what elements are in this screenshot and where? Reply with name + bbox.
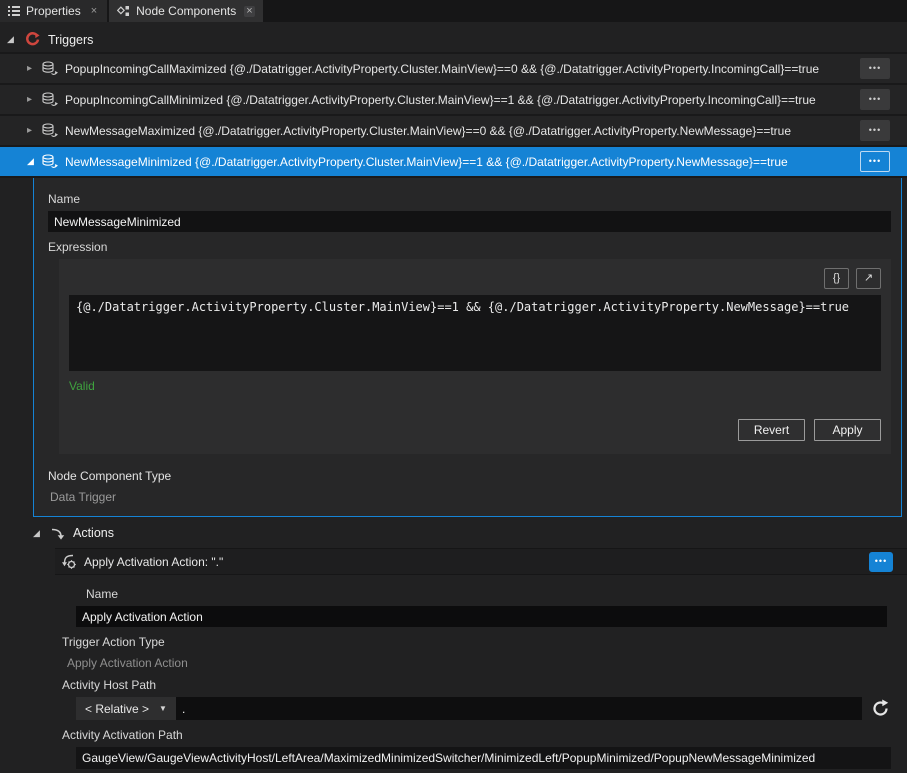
more-options-button[interactable]: ••• <box>860 89 890 110</box>
tab-properties[interactable]: Properties × <box>0 0 107 22</box>
more-options-button[interactable]: ••• <box>860 120 890 141</box>
open-external-editor-button[interactable]: ↗ <box>856 268 881 289</box>
expression-buttons: Revert Apply <box>69 419 881 441</box>
trigger-title: NewMessageMaximized {@./Datatrigger.Acti… <box>65 124 791 138</box>
actions-section-header: ◢ Actions <box>33 526 907 540</box>
node-components-icon <box>117 5 130 17</box>
revert-button[interactable]: Revert <box>738 419 805 441</box>
trigger-title: PopupIncomingCallMinimized {@./Datatrigg… <box>65 93 816 107</box>
action-name-input[interactable] <box>76 606 887 627</box>
dropdown-value: < Relative > <box>85 702 149 716</box>
expression-label: Expression <box>48 240 895 254</box>
expander-icon[interactable]: ◢ <box>7 34 17 45</box>
host-path-input[interactable] <box>176 697 862 720</box>
trigger-title: NewMessageMinimized {@./Datatrigger.Acti… <box>65 155 788 169</box>
triggers-icon <box>25 32 40 47</box>
node-component-type-value: Data Trigger <box>48 490 895 504</box>
activity-host-path-label: Activity Host Path <box>62 678 891 692</box>
node-component-type-label: Node Component Type <box>48 469 895 483</box>
section-title: Actions <box>73 526 114 540</box>
expander-icon[interactable]: ▸ <box>27 63 37 74</box>
expander-icon[interactable]: ◢ <box>27 156 37 167</box>
expander-icon[interactable]: ▸ <box>27 94 37 105</box>
trigger-row-newmessagemaximized[interactable]: ▸ NewMessageMaximized {@./Datatrigger.Ac… <box>0 116 907 145</box>
data-trigger-icon <box>41 92 58 107</box>
more-options-button[interactable]: ••• <box>869 552 893 572</box>
properties-list-icon <box>8 6 20 16</box>
more-options-button[interactable]: ••• <box>860 58 890 79</box>
data-trigger-icon <box>41 123 58 138</box>
action-name-block: Name <box>76 587 891 627</box>
expression-editor-panel: {} ↗ {@./Datatrigger.ActivityProperty.Cl… <box>59 259 891 454</box>
section-title: Triggers <box>48 33 93 47</box>
apply-button[interactable]: Apply <box>814 419 881 441</box>
trigger-row-popupincomingcallminimized[interactable]: ▸ PopupIncomingCallMinimized {@./Datatri… <box>0 85 907 114</box>
data-trigger-icon <box>41 154 58 169</box>
action-title: Apply Activation Action: "." <box>84 555 223 569</box>
action-row-apply-activation[interactable]: Apply Activation Action: "." ••• <box>55 548 907 575</box>
host-path-mode-dropdown[interactable]: < Relative > ▼ <box>76 697 176 720</box>
tab-node-components[interactable]: Node Components × <box>109 0 263 22</box>
activity-activation-path-label: Activity Activation Path <box>62 728 891 742</box>
action-detail-panel: Name Trigger Action Type Apply Activatio… <box>62 575 907 769</box>
trigger-row-popupincomingcallmaximized[interactable]: ▸ PopupIncomingCallMaximized {@./Datatri… <box>0 54 907 83</box>
insert-braces-button[interactable]: {} <box>824 268 849 289</box>
trigger-detail-panel: Name Expression {} ↗ {@./Datatrigger.Act… <box>33 178 902 517</box>
resolve-path-icon[interactable] <box>870 698 891 719</box>
window: { "icons": { "more": "•••", "close": "×"… <box>0 0 907 773</box>
tab-bar: Properties × Node Components × <box>0 0 907 22</box>
expression-code-editor[interactable]: {@./Datatrigger.ActivityProperty.Cluster… <box>69 295 881 371</box>
trigger-rows: ▸ PopupIncomingCallMaximized {@./Datatri… <box>0 52 907 178</box>
tab-label: Properties <box>26 4 81 18</box>
trigger-row-newmessageminimized-selected[interactable]: ◢ NewMessageMinimized {@./Datatrigger.Ac… <box>0 147 907 176</box>
name-label: Name <box>76 587 891 601</box>
name-label: Name <box>48 192 895 206</box>
more-options-button[interactable]: ••• <box>860 151 890 172</box>
actions-icon <box>51 527 65 540</box>
close-icon[interactable]: × <box>244 6 254 17</box>
trigger-action-type-label: Trigger Action Type <box>62 635 891 649</box>
activity-host-path-row: < Relative > ▼ <box>76 697 891 720</box>
tab-label: Node Components <box>136 4 236 18</box>
data-trigger-icon <box>41 61 58 76</box>
chevron-down-icon: ▼ <box>159 704 167 713</box>
activity-activation-path-input[interactable] <box>76 747 891 769</box>
trigger-action-type-value: Apply Activation Action <box>67 656 891 670</box>
expression-toolbar: {} ↗ <box>69 268 881 289</box>
expander-icon[interactable]: ◢ <box>33 528 43 539</box>
close-icon[interactable]: × <box>89 6 99 17</box>
trigger-name-input[interactable] <box>48 211 891 232</box>
trigger-title: PopupIncomingCallMaximized {@./Datatrigg… <box>65 62 819 76</box>
apply-activation-action-icon <box>60 553 77 570</box>
validation-status: Valid <box>69 379 881 393</box>
triggers-section-header: ◢ Triggers <box>7 32 907 47</box>
expander-icon[interactable]: ▸ <box>27 125 37 136</box>
